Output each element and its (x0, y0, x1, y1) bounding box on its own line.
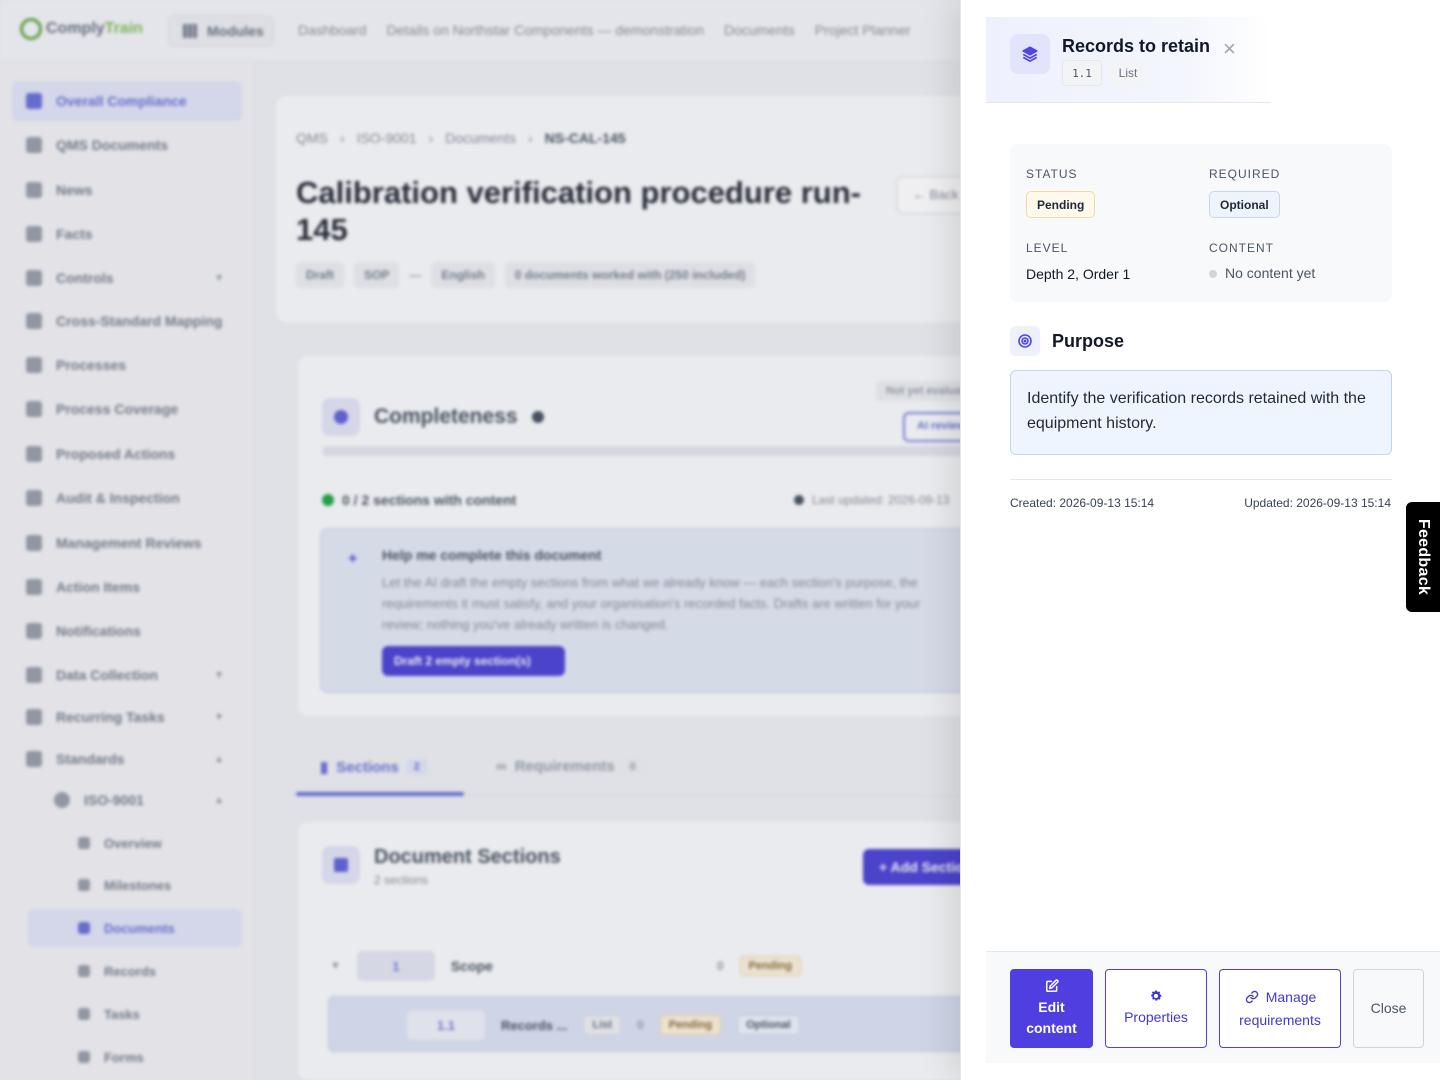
feedback-tab[interactable]: Feedback (1406, 502, 1440, 612)
status-badge: Pending (1026, 191, 1096, 218)
drawer-header: Records to retain × 1.1 List (986, 17, 1271, 103)
section-metadata: STATUS Pending REQUIRED Optional LEVEL D… (1010, 144, 1392, 302)
level-value: Depth 2, Order 1 (1026, 266, 1131, 282)
drawer-title: Records to retain (1062, 36, 1211, 56)
close-button[interactable]: Close (1353, 969, 1424, 1048)
divider (1010, 479, 1392, 480)
purpose-title: Purpose (1052, 330, 1125, 351)
section-type-badge: List (1110, 60, 1146, 86)
status-dot-icon (1209, 270, 1217, 279)
target-icon (1010, 326, 1040, 356)
section-number-badge: 1.1 (1062, 60, 1102, 86)
gear-icon (1149, 989, 1163, 1005)
purpose-header: Purpose (1010, 326, 1124, 356)
section-detail-drawer: Records to retain × 1.1 List STATUS Pend… (960, 0, 1440, 1080)
manage-requirements-button[interactable]: Manage requirements (1219, 969, 1341, 1048)
level-label: LEVEL (1026, 241, 1069, 255)
content-label: CONTENT (1209, 241, 1274, 255)
properties-button[interactable]: Properties (1105, 969, 1207, 1048)
updated-timestamp: Updated: 2026-09-13 15:14 (1244, 496, 1391, 510)
purpose-text: Identify the verification records retain… (1010, 370, 1392, 455)
status-label: STATUS (1026, 167, 1078, 181)
created-timestamp: Created: 2026-09-13 15:14 (1010, 496, 1155, 510)
content-status: No content yet (1209, 265, 1315, 281)
link-icon (1244, 989, 1260, 1010)
required-badge: Optional (1209, 191, 1280, 218)
drawer-footer: Edit content Properties Manage requireme… (986, 951, 1440, 1063)
required-label: REQUIRED (1209, 167, 1281, 181)
edit-content-button[interactable]: Edit content (1010, 969, 1093, 1048)
edit-icon (1045, 978, 1059, 995)
close-icon[interactable]: × (1223, 38, 1236, 60)
layers-icon (1010, 34, 1050, 74)
